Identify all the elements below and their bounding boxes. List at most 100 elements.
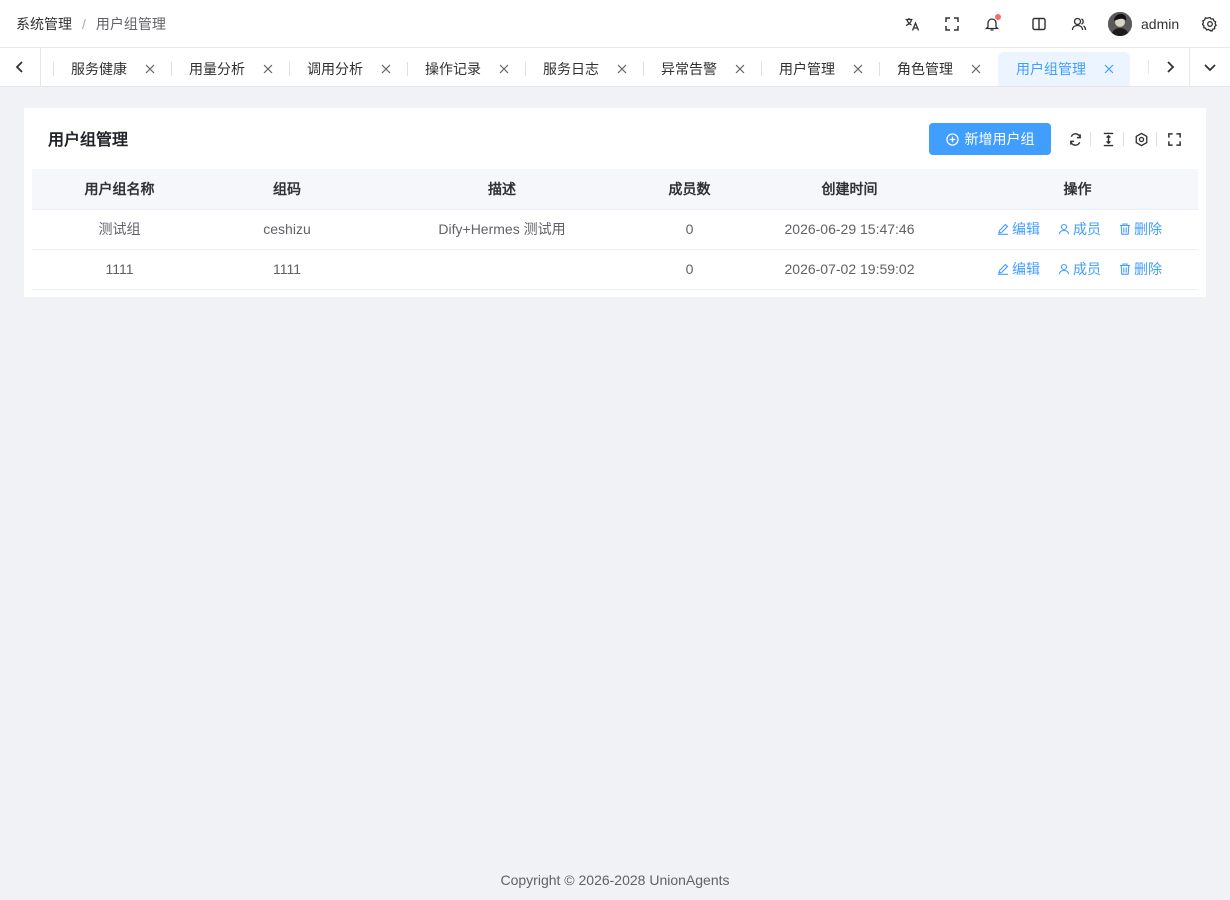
footer-copyright: Copyright © 2026-2028 UnionAgents [500,872,730,888]
column-header-code: 组码 [207,169,367,210]
translate-icon[interactable] [900,12,924,36]
refresh-icon[interactable] [1065,128,1085,150]
user-group-card: 用户组管理 新增用户组 用户组名称 组码 描述 成员数 创建时间 操作 测试组 … [24,108,1206,297]
tab-role-management[interactable]: 角色管理 [879,52,997,86]
user-icon [1058,223,1070,235]
fullscreen-icon[interactable] [1164,128,1184,150]
trash-icon [1120,223,1130,235]
tab-label: 用户管理 [779,61,835,77]
tabs-divider [1148,60,1149,74]
trash-icon [1120,263,1130,275]
cell-name: 1111 [32,249,207,290]
close-icon[interactable] [615,62,629,76]
toolbar-divider [1123,132,1124,146]
tab-separator [407,62,408,76]
tab-alerts[interactable]: 异常告警 [643,52,761,86]
book-icon[interactable] [1027,12,1051,36]
column-header-description: 描述 [367,169,637,210]
cell-members: 0 [637,249,742,290]
breadcrumb-separator: / [82,16,86,32]
users-icon[interactable] [1067,12,1091,36]
close-icon[interactable] [379,62,393,76]
edit-label: 编辑 [1012,261,1040,277]
close-icon[interactable] [1102,62,1116,76]
cell-members: 0 [637,209,742,250]
user-icon [1058,263,1070,275]
delete-label: 删除 [1134,221,1162,237]
column-header-created: 创建时间 [742,169,957,210]
tab-usage-analysis[interactable]: 用量分析 [171,52,289,86]
cell-created: 2026-06-29 15:47:46 [742,209,957,250]
cell-description: Dify+Hermes 测试用 [367,209,637,250]
members-button[interactable]: 成员 [1058,219,1101,239]
add-user-group-label: 新增用户组 [964,131,1035,147]
tab-label: 角色管理 [897,61,953,77]
column-header-name: 用户组名称 [32,169,207,210]
members-label: 成员 [1073,261,1101,277]
notification-dot [995,14,1001,20]
tab-label: 调用分析 [307,61,363,77]
tabs-bar: 服务健康 用量分析 调用分析 操作记录 服务日志 异常告警 用户管理 角色管理 … [0,48,1230,87]
bell-icon[interactable] [980,12,1004,36]
toolbar-divider [1156,132,1157,146]
close-icon[interactable] [851,62,865,76]
tabs-scroll-left-button[interactable] [0,48,40,86]
tabs-divider [40,48,41,86]
column-header-members: 成员数 [637,169,742,210]
cell-code: ceshizu [207,209,367,250]
add-user-group-button[interactable]: 新增用户组 [929,123,1051,155]
edit-button[interactable]: 编辑 [997,259,1040,279]
row-density-icon[interactable] [1098,128,1118,150]
table-row: 1111 1111 0 2026-07-02 19:59:02 编辑 成员 删除 [32,249,1198,290]
tab-separator [53,62,54,76]
tab-label: 操作记录 [425,61,481,77]
cell-name: 测试组 [32,209,207,250]
tab-separator [171,62,172,76]
plus-circle-icon [945,132,959,146]
edit-label: 编辑 [1012,221,1040,237]
close-icon[interactable] [143,62,157,76]
tab-separator [525,62,526,76]
delete-button[interactable]: 删除 [1119,259,1162,279]
breadcrumb-parent[interactable]: 系统管理 [16,14,72,34]
page-title: 用户组管理 [48,132,129,149]
tab-service-health[interactable]: 服务健康 [53,52,171,86]
close-icon[interactable] [733,62,747,76]
avatar[interactable] [1108,12,1132,36]
table-row: 测试组 ceshizu Dify+Hermes 测试用 0 2026-06-29… [32,209,1198,250]
column-settings-icon[interactable] [1131,128,1151,150]
user-group-table: 用户组名称 组码 描述 成员数 创建时间 操作 测试组 ceshizu Dify… [32,169,1198,290]
edit-icon [998,263,1009,275]
cell-code: 1111 [207,249,367,290]
cell-actions: 编辑 成员 删除 [957,249,1198,290]
tab-call-analysis[interactable]: 调用分析 [289,52,407,86]
tab-label: 服务健康 [71,61,127,77]
delete-button[interactable]: 删除 [1119,219,1162,239]
tab-user-management[interactable]: 用户管理 [761,52,879,86]
members-button[interactable]: 成员 [1058,259,1101,279]
username[interactable]: admin [1141,0,1179,48]
tab-user-group-management[interactable]: 用户组管理 [998,52,1130,86]
tabs-scroll-right-button[interactable] [1150,48,1190,86]
tab-label: 用量分析 [189,61,245,77]
settings-icon[interactable] [1198,12,1222,36]
tab-separator [879,62,880,76]
fullscreen-icon[interactable] [940,12,964,36]
breadcrumb-current: 用户组管理 [95,16,166,32]
cell-actions: 编辑 成员 删除 [957,209,1198,250]
edit-button[interactable]: 编辑 [997,219,1040,239]
close-icon[interactable] [261,62,275,76]
tab-service-log[interactable]: 服务日志 [525,52,643,86]
tab-separator [761,62,762,76]
close-icon[interactable] [969,62,983,76]
tab-separator [643,62,644,76]
edit-icon [998,223,1009,235]
breadcrumb: 系统管理 / 用户组管理 [16,0,166,48]
tab-operation-log[interactable]: 操作记录 [407,52,525,86]
toolbar-divider [1090,132,1091,146]
tabs-dropdown-button[interactable] [1190,48,1230,86]
close-icon[interactable] [497,62,511,76]
tab-separator [289,62,290,76]
cell-description [367,249,637,290]
members-label: 成员 [1073,221,1101,237]
